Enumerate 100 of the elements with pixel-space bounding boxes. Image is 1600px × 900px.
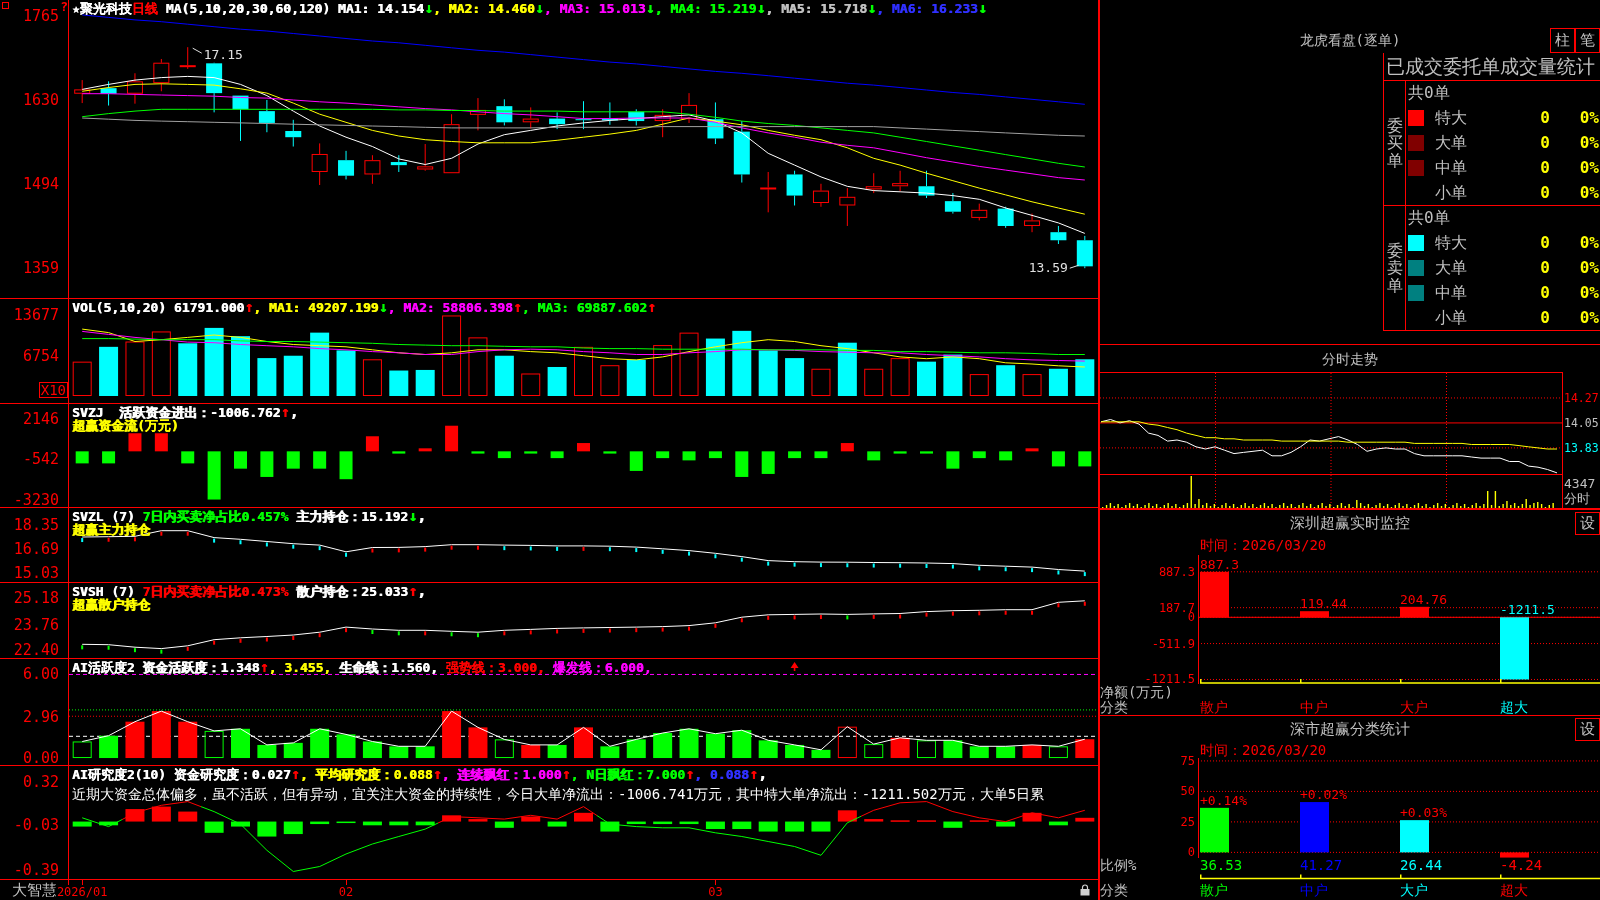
indicator-bar — [392, 451, 406, 454]
candle — [126, 72, 143, 105]
order-percent: 0% — [1579, 182, 1600, 203]
candle — [654, 108, 671, 138]
indicator-bar — [550, 451, 564, 459]
legend-text: ↓ — [408, 509, 418, 523]
indicator-bar — [574, 812, 593, 822]
help-button[interactable]: ? — [60, 0, 68, 13]
axis-label: 23.76 — [13, 617, 59, 632]
indicator-bar — [943, 740, 963, 759]
indicator-bar — [653, 821, 673, 825]
legend-text: , 连续飘红：1.000 — [441, 768, 562, 782]
lock-icon[interactable] — [1080, 884, 1090, 896]
indicator-bar — [125, 721, 145, 759]
candle — [786, 170, 803, 206]
indicator-bar — [600, 746, 620, 759]
indicator-bar — [864, 744, 884, 759]
legend-text: ↓ — [756, 1, 766, 15]
marker-icon — [556, 546, 559, 551]
settings-button[interactable]: 设 — [1575, 718, 1600, 741]
indicator-bar — [1078, 451, 1092, 467]
order-size-label: 中单 — [1435, 282, 1467, 303]
candle — [944, 192, 961, 215]
marker-icon — [714, 554, 717, 559]
view-toggle-button[interactable]: 柱 — [1550, 28, 1575, 53]
candle — [812, 183, 829, 208]
axis-label: 18.35 — [13, 517, 59, 532]
order-total: 共0单 — [1408, 207, 1450, 230]
legend-text: , N日飘红：7.000 — [570, 768, 686, 782]
marker-icon — [345, 552, 348, 557]
legend-text: , — [417, 584, 427, 598]
indicator-bar — [339, 451, 353, 480]
indicator-bar — [547, 821, 567, 827]
panel-title: 深圳超赢实时监控 — [1290, 514, 1410, 532]
indicator-bar — [151, 711, 171, 759]
value-label: 41.27 — [1300, 858, 1343, 872]
volume-scale-label: 4347 — [1564, 476, 1596, 491]
candle — [258, 99, 275, 133]
indicator-bar — [1075, 739, 1095, 759]
axis-label: 187.7 — [1158, 602, 1195, 613]
indicator-bar — [996, 821, 1016, 827]
marker-icon — [740, 557, 743, 562]
marker-icon — [450, 545, 453, 550]
view-toggle-button[interactable]: 笔 — [1575, 28, 1600, 53]
marker-icon — [318, 633, 321, 638]
legend-text: 超赢主力持仓 — [72, 523, 150, 537]
price-callout: 17.15 — [192, 47, 243, 63]
axis-label: 6754 — [22, 348, 59, 364]
volume-bar — [917, 361, 936, 396]
volume-bar — [362, 359, 382, 396]
legend-text: ↓ — [977, 1, 987, 15]
marker-icon — [1031, 568, 1034, 573]
axis-label: 1630 — [22, 92, 59, 108]
marker-icon — [714, 623, 717, 628]
marker-icon — [978, 566, 981, 571]
marker-icon — [740, 618, 743, 623]
order-count: 0 — [1540, 157, 1550, 178]
candle — [338, 150, 355, 180]
indicator-bar — [207, 451, 221, 500]
category-bar — [1200, 807, 1229, 853]
indicator-bar — [494, 739, 514, 759]
indicator-bar — [626, 739, 646, 759]
indicator-bar — [837, 810, 857, 822]
indicator-bar — [785, 744, 805, 759]
order-percent: 0% — [1579, 307, 1600, 328]
indicator-bar — [442, 815, 462, 822]
indicator-bar — [310, 821, 330, 825]
order-percent: 0% — [1579, 133, 1600, 153]
indicator-bar — [999, 451, 1013, 461]
legend-text: ↑ — [244, 300, 254, 314]
marker-icon — [160, 649, 163, 654]
candle — [865, 172, 882, 194]
indicator-bar — [785, 821, 805, 832]
category-label: 超大 — [1500, 883, 1528, 897]
value-label: 204.76 — [1400, 591, 1447, 607]
marker-icon — [397, 631, 400, 636]
indicator-bar — [283, 821, 303, 835]
legend-text: ↑ — [561, 767, 571, 781]
candle — [575, 100, 592, 130]
volume-bar — [521, 373, 541, 396]
order-size-label: 小单 — [1435, 182, 1467, 203]
indicator-bar — [705, 821, 725, 830]
square-icon[interactable] — [2, 2, 9, 9]
category-label: 大户 — [1400, 700, 1428, 714]
marker-icon — [292, 636, 295, 640]
category-label: 中户 — [1300, 883, 1328, 897]
legend-text: ↑ — [748, 767, 758, 781]
indicator-bar — [1025, 448, 1039, 452]
indicator-bar — [758, 740, 778, 759]
marker-icon — [793, 615, 796, 620]
marker-icon — [767, 615, 770, 620]
axis-label: 0 — [1187, 612, 1195, 623]
settings-button[interactable]: 设 — [1575, 512, 1600, 535]
candle — [628, 108, 645, 126]
axis-label: 2.96 — [22, 709, 59, 725]
axis-label: 75 — [1180, 755, 1195, 766]
value-label: 887.3 — [1200, 556, 1240, 572]
indicator-bar — [445, 425, 459, 452]
candle — [469, 97, 486, 131]
marker-icon — [213, 538, 216, 543]
